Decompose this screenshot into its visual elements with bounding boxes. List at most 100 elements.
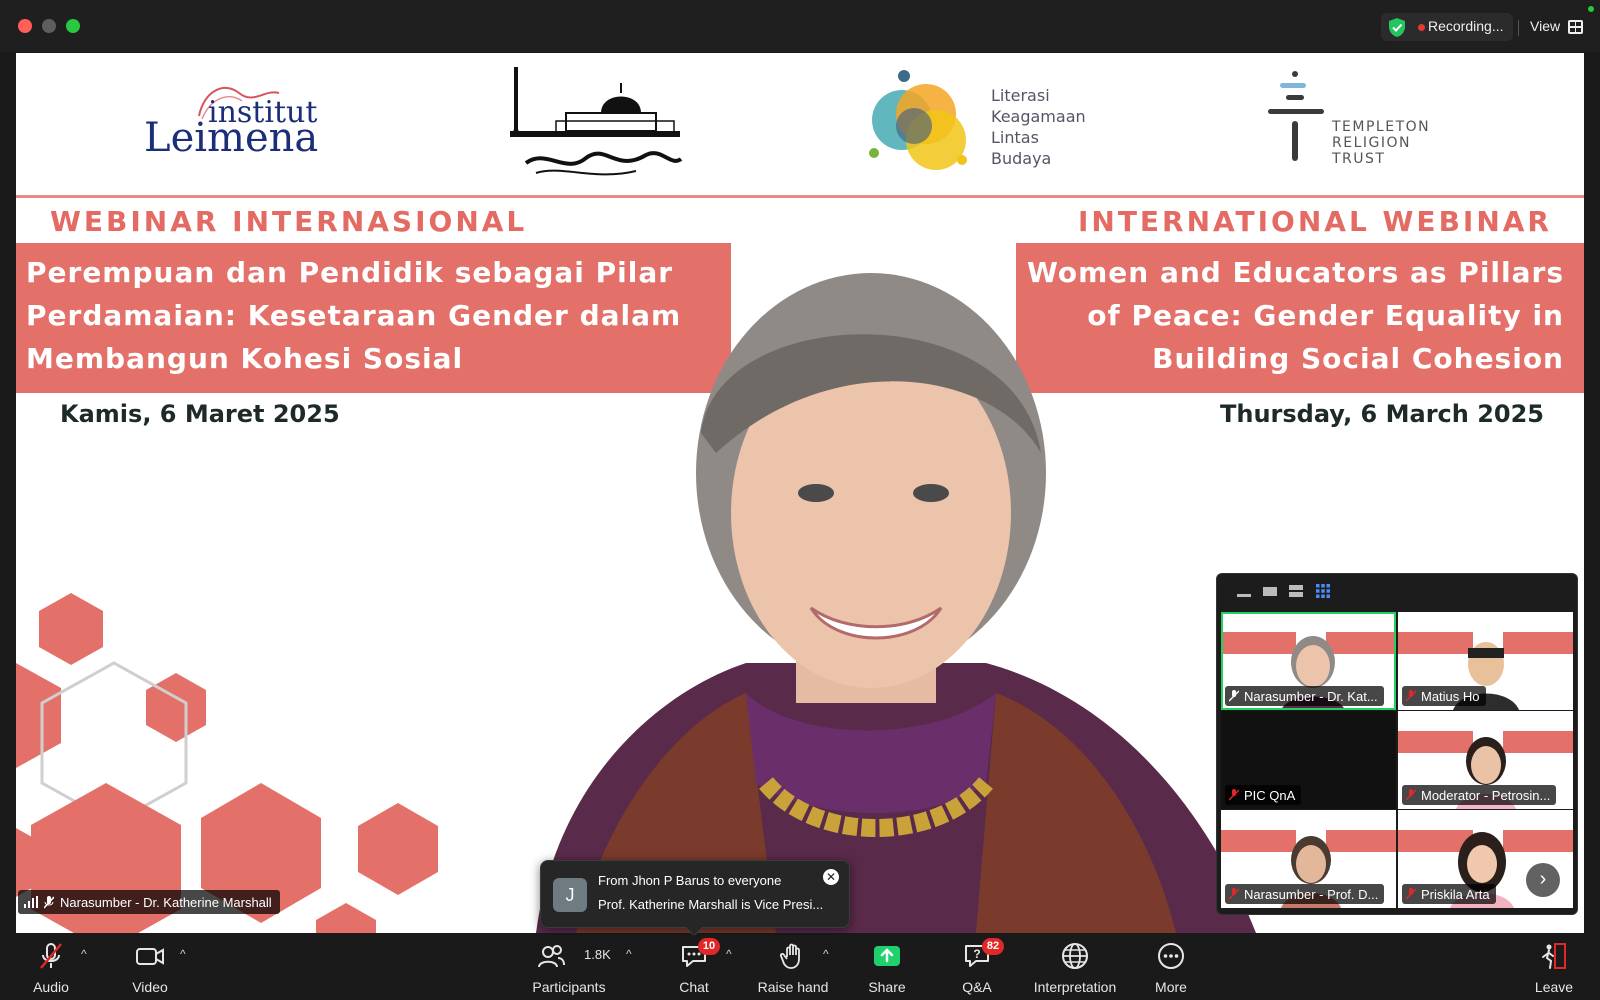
mic-icon bbox=[1229, 690, 1239, 702]
mic-muted-icon bbox=[1406, 888, 1416, 900]
hexagon-decoration bbox=[16, 593, 438, 933]
gallery-toolbar bbox=[1217, 574, 1579, 608]
participant-tile[interactable]: Narasumber - Prof. D... bbox=[1221, 810, 1396, 908]
qa-button[interactable]: ? 82 Q&A bbox=[948, 935, 1006, 1000]
svg-text:?: ? bbox=[973, 947, 980, 961]
literasi-line: Budaya bbox=[991, 149, 1052, 168]
title-line: Perdamaian: Kesetaraan Gender dalam bbox=[26, 299, 682, 332]
share-label: Share bbox=[868, 979, 906, 995]
sponsor-logo-row: institut Leimena Literasi Keagamaan Lint… bbox=[16, 53, 1584, 193]
webinar-title-indonesian: Perempuan dan Pendidik sebagai Pilar Per… bbox=[26, 251, 746, 380]
participant-name: Narasumber - Prof. D... bbox=[1244, 886, 1379, 902]
share-screen-button[interactable]: Share bbox=[855, 935, 919, 1000]
participant-tile[interactable]: Narasumber - Dr. Kat... bbox=[1221, 612, 1396, 710]
event-date-english: Thursday, 6 March 2025 bbox=[1220, 400, 1544, 428]
mic-muted-icon bbox=[1229, 888, 1239, 900]
tile-name-label: Priskila Arta bbox=[1402, 884, 1496, 904]
tile-name-label: Narasumber - Prof. D... bbox=[1225, 884, 1385, 904]
audio-options-caret[interactable]: ^ bbox=[81, 947, 87, 961]
active-speaker-name-tag: Narasumber - Dr. Katherine Marshall bbox=[18, 890, 280, 914]
grid-view-icon[interactable] bbox=[1315, 584, 1331, 598]
literasi-line: Literasi bbox=[991, 86, 1050, 105]
chat-notification[interactable]: J From Jhon P Barus to everyone Prof. Ka… bbox=[540, 860, 850, 937]
templeton-religion-trust-logo bbox=[1268, 71, 1324, 161]
recording-dot-icon bbox=[1418, 24, 1425, 31]
qa-label: Q&A bbox=[962, 979, 992, 995]
speaker-view-icon[interactable] bbox=[1263, 584, 1277, 598]
templeton-logo-text: TEMPLETON RELIGION TRUST bbox=[1332, 119, 1430, 167]
literasi-logo-text: Literasi Keagamaan Lintas Budaya bbox=[991, 85, 1086, 169]
next-page-button[interactable]: › bbox=[1526, 863, 1560, 897]
audio-label: Audio bbox=[33, 979, 69, 995]
view-menu-button[interactable]: View bbox=[1530, 18, 1560, 34]
raise-hand-label: Raise hand bbox=[757, 979, 829, 995]
templeton-line: TRUST bbox=[1332, 151, 1386, 167]
participants-icon bbox=[538, 945, 565, 968]
qa-unread-badge: 82 bbox=[982, 938, 1004, 955]
tile-name-label: Matius Ho bbox=[1402, 686, 1486, 706]
tile-name-label: Moderator - Petrosin... bbox=[1402, 785, 1557, 805]
chat-unread-badge: 10 bbox=[698, 938, 720, 955]
toast-pointer bbox=[685, 919, 703, 937]
chat-message-preview: Prof. Katherine Marshall is Vice Presi..… bbox=[598, 897, 824, 912]
title-line: of Peace: Gender Equality in bbox=[1087, 299, 1564, 332]
gallery-view-panel: Narasumber - Dr. Kat... Matius Ho PIC Qn… bbox=[1216, 573, 1578, 915]
participant-tile[interactable]: PIC QnA bbox=[1221, 711, 1396, 809]
more-label: More bbox=[1155, 979, 1187, 995]
more-button[interactable]: More bbox=[1146, 935, 1196, 1000]
leimena-logo-bottom-text: Leimena bbox=[144, 115, 319, 161]
participants-count: 1.8K bbox=[584, 947, 611, 962]
hand-icon bbox=[779, 943, 800, 969]
signal-strength-icon bbox=[24, 896, 38, 908]
strip-view-icon[interactable] bbox=[1289, 584, 1303, 598]
literasi-line: Lintas bbox=[991, 128, 1039, 147]
recording-label[interactable]: Recording... bbox=[1428, 18, 1503, 34]
literasi-keagamaan-logo bbox=[869, 70, 967, 170]
grid-view-icon[interactable] bbox=[1568, 20, 1583, 34]
templeton-line: TEMPLETON bbox=[1332, 119, 1431, 135]
close-window-button[interactable] bbox=[18, 19, 32, 33]
participants-label: Participants bbox=[532, 979, 606, 995]
fullscreen-window-button[interactable] bbox=[66, 19, 80, 33]
window-titlebar: Recording... View bbox=[0, 0, 1600, 52]
tile-name-label: PIC QnA bbox=[1225, 785, 1302, 805]
video-camera-icon bbox=[136, 948, 164, 965]
title-line: Membangun Kohesi Sosial bbox=[26, 342, 464, 375]
participant-name: Matius Ho bbox=[1421, 688, 1480, 704]
chat-options-caret[interactable]: ^ bbox=[726, 947, 732, 961]
video-button[interactable]: Video bbox=[112, 935, 188, 1000]
interpretation-button[interactable]: Interpretation bbox=[1025, 935, 1125, 1000]
title-line: Perempuan dan Pendidik sebagai Pilar bbox=[26, 256, 674, 289]
participant-name: Priskila Arta bbox=[1421, 886, 1490, 902]
shield-icon[interactable] bbox=[1387, 17, 1407, 38]
participant-name: PIC QnA bbox=[1244, 787, 1296, 803]
leave-label: Leave bbox=[1534, 979, 1574, 995]
divider bbox=[16, 195, 1584, 198]
reactions-options-caret[interactable]: ^ bbox=[823, 947, 829, 961]
chat-button[interactable]: 10 Chat bbox=[664, 935, 724, 1000]
interpretation-label: Interpretation bbox=[1033, 979, 1117, 995]
active-speaker-name: Narasumber - Dr. Katherine Marshall bbox=[60, 894, 272, 910]
chat-label: Chat bbox=[679, 979, 709, 995]
title-line: Women and Educators as Pillars bbox=[1026, 256, 1564, 289]
webinar-title-english: Women and Educators as Pillars of Peace:… bbox=[944, 251, 1564, 380]
minimize-window-button[interactable] bbox=[42, 19, 56, 33]
participant-tile[interactable]: Moderator - Petrosin... bbox=[1398, 711, 1573, 809]
minimize-gallery-icon[interactable] bbox=[1237, 584, 1251, 598]
participants-options-caret[interactable]: ^ bbox=[626, 947, 632, 961]
participant-tile[interactable]: Matius Ho bbox=[1398, 612, 1573, 710]
video-label: Video bbox=[132, 979, 168, 995]
divider bbox=[1518, 20, 1519, 36]
templeton-line: RELIGION bbox=[1332, 135, 1411, 151]
participants-button[interactable]: 1.8K Participants bbox=[524, 935, 614, 1000]
tile-name-label: Narasumber - Dr. Kat... bbox=[1225, 686, 1384, 706]
video-options-caret[interactable]: ^ bbox=[180, 947, 186, 961]
status-dot bbox=[1588, 6, 1594, 12]
leave-door-icon bbox=[1542, 943, 1566, 969]
event-date-indonesian: Kamis, 6 Maret 2025 bbox=[60, 400, 340, 428]
leave-meeting-button[interactable]: Leave bbox=[1530, 935, 1578, 1000]
close-icon[interactable]: ✕ bbox=[823, 869, 839, 885]
raise-hand-button[interactable]: Raise hand bbox=[752, 935, 834, 1000]
globe-icon bbox=[1062, 943, 1088, 969]
audio-button[interactable]: Audio bbox=[14, 935, 88, 1000]
